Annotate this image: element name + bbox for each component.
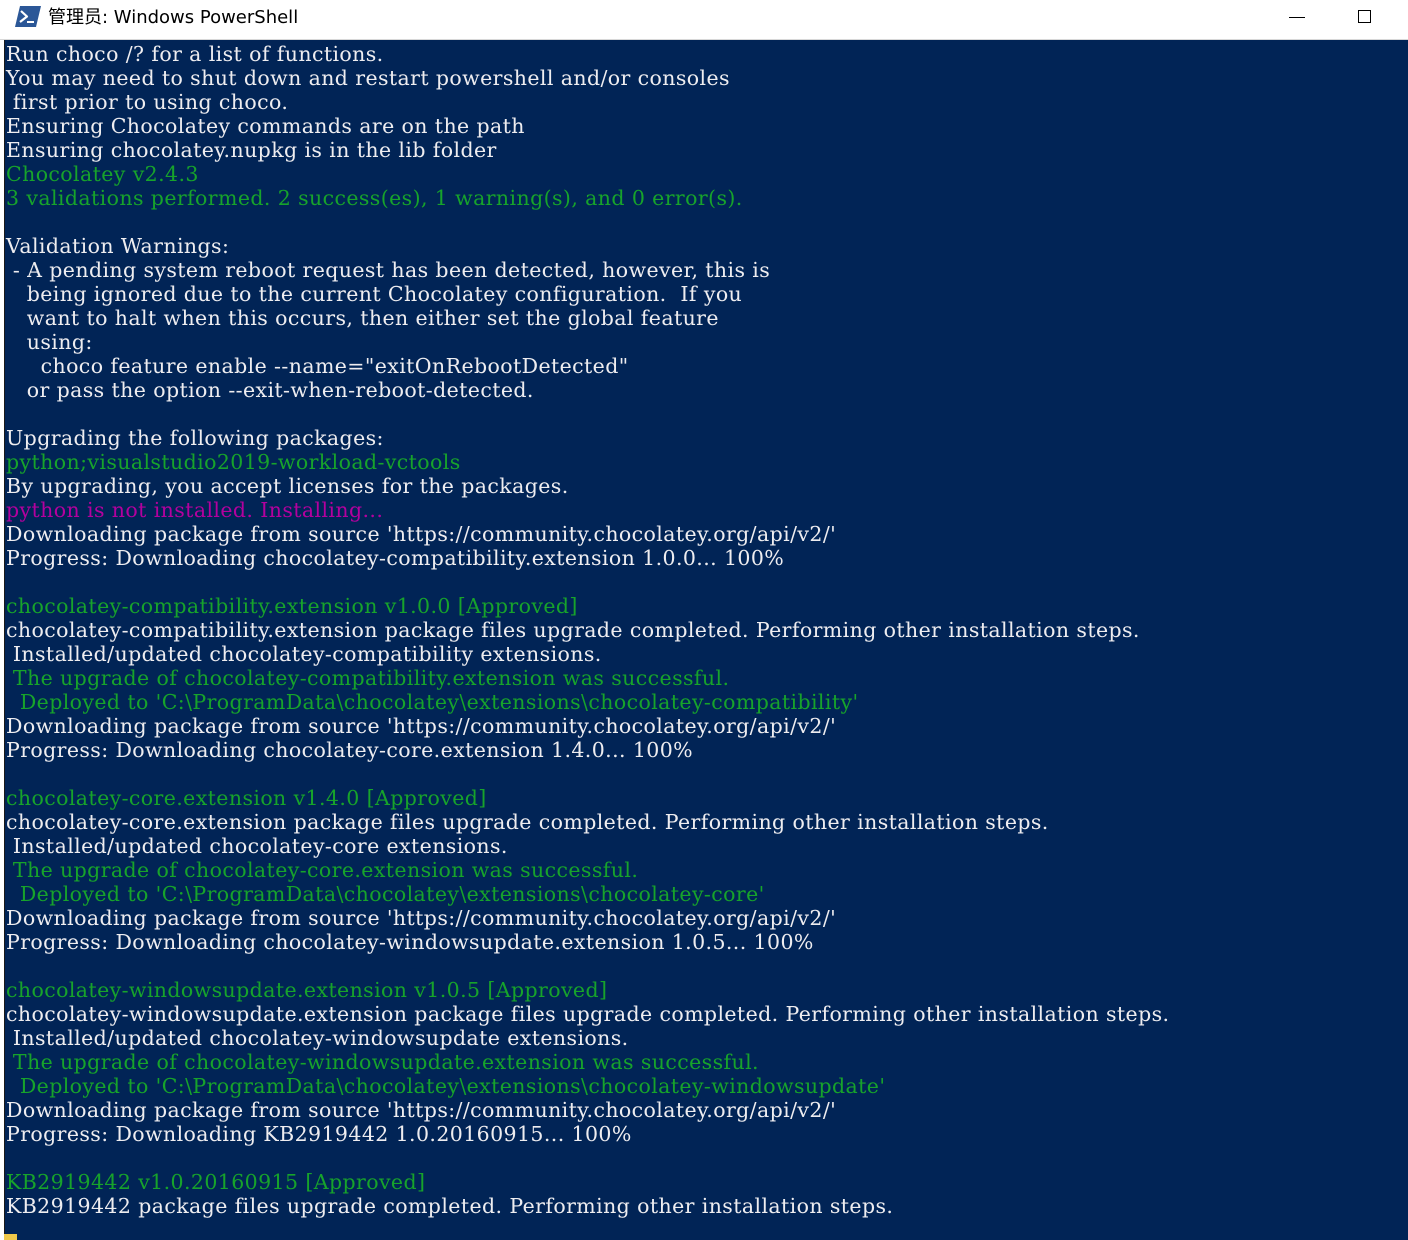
console-line: or pass the option --exit-when-reboot-de… [6,378,534,402]
powershell-window: 管理员: Windows PowerShell Run choco /? for… [0,0,1408,1240]
console-line: The upgrade of chocolatey-compatibility.… [6,666,730,690]
console-line: The upgrade of chocolatey-core.extension… [6,858,639,882]
console-line: KB2919442 v1.0.20160915 [Approved] [6,1170,426,1194]
console-line: Chocolatey v2.4.3 [6,162,199,186]
console-line: Ensuring chocolatey.nupkg is in the lib … [6,138,497,162]
console-line: python is not installed. Installing... [6,498,384,522]
text-cursor [4,1234,17,1240]
console-line: python;visualstudio2019-workload-vctools [6,450,461,474]
console-line: - A pending system reboot request has be… [6,258,771,282]
title-bar[interactable]: 管理员: Windows PowerShell [0,0,1408,40]
console-line: Progress: Downloading chocolatey-windows… [6,930,814,954]
minimize-button[interactable] [1266,0,1328,36]
powershell-icon [15,6,41,27]
minimize-icon [1289,17,1305,18]
console-line: Run choco /? for a list of functions. [6,42,384,66]
console-line: chocolatey-windowsupdate.extension packa… [6,1002,1170,1026]
console-line: being ignored due to the current Chocola… [6,282,743,306]
console-line: You may need to shut down and restart po… [6,66,730,90]
console-line: using: [6,330,93,354]
console-line: Installed/updated chocolatey-compatibili… [6,642,602,666]
console-line: Downloading package from source 'https:/… [6,522,837,546]
console-line: chocolatey-compatibility.extension v1.0.… [6,594,578,618]
console-line: Deployed to 'C:\ProgramData\chocolatey\e… [6,1074,886,1098]
console-lines: Run choco /? for a list of functions. You… [6,42,1169,1218]
console-line: Progress: Downloading chocolatey-compati… [6,546,785,570]
console-line: By upgrading, you accept licenses for th… [6,474,569,498]
maximize-icon [1358,10,1371,23]
console-line: choco feature enable --name="exitOnReboo… [6,354,629,378]
console-line: Upgrading the following packages: [6,426,384,450]
console-line: Validation Warnings: [6,234,230,258]
console-line: chocolatey-windowsupdate.extension v1.0.… [6,978,608,1002]
console-line: chocolatey-compatibility.extension packa… [6,618,1140,642]
console-line: chocolatey-core.extension package files … [6,810,1049,834]
console-line: Ensuring Chocolatey commands are on the … [6,114,525,138]
console-line: Deployed to 'C:\ProgramData\chocolatey\e… [6,882,765,906]
console-line: want to halt when this occurs, then eith… [6,306,719,330]
console-line: KB2919442 package files upgrade complete… [6,1194,894,1218]
console-line: Installed/updated chocolatey-core extens… [6,834,508,858]
console-line: Deployed to 'C:\ProgramData\chocolatey\e… [6,690,859,714]
console-line: first prior to using choco. [6,90,289,114]
console-line: Installed/updated chocolatey-windowsupda… [6,1026,629,1050]
console-line: chocolatey-core.extension v1.4.0 [Approv… [6,786,487,810]
console-line: Downloading package from source 'https:/… [6,714,837,738]
maximize-button[interactable] [1335,0,1397,36]
console-line: The upgrade of chocolatey-windowsupdate.… [6,1050,759,1074]
console-line: Progress: Downloading chocolatey-core.ex… [6,738,694,762]
console-line: Downloading package from source 'https:/… [6,1098,837,1122]
console-line: 3 validations performed. 2 success(es), … [6,186,743,210]
console-line: Downloading package from source 'https:/… [6,906,837,930]
console-output[interactable]: Run choco /? for a list of functions. You… [4,40,1408,1240]
console-line: Progress: Downloading KB2919442 1.0.2016… [6,1122,632,1146]
window-title: 管理员: Windows PowerShell [48,7,299,28]
